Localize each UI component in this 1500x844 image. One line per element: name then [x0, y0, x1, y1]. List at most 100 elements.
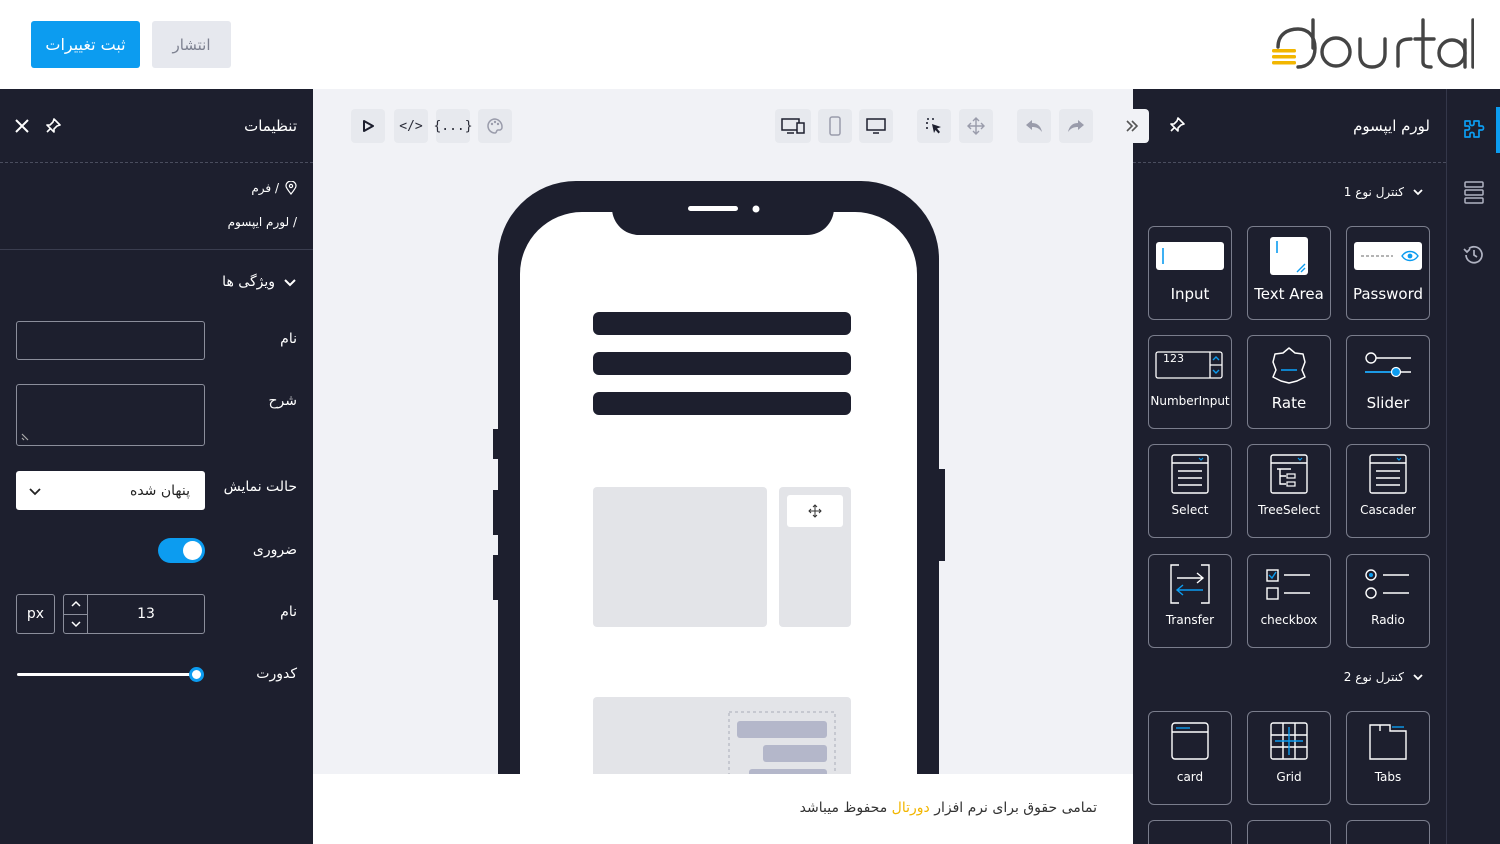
brand-link[interactable]: دورتال	[892, 800, 930, 816]
size-number-input[interactable]: 13	[63, 594, 205, 634]
settings-title: تنظیمات	[244, 117, 297, 135]
description-label: شرح	[268, 393, 298, 409]
divider	[0, 249, 313, 250]
component-grid[interactable]: Grid	[1247, 711, 1331, 805]
transfer-icon	[1170, 564, 1210, 604]
size-value: 13	[137, 606, 155, 622]
component-treeselect[interactable]: TreeSelect	[1247, 444, 1331, 538]
chevron-down-icon	[284, 279, 296, 287]
opacity-slider-thumb[interactable]	[189, 667, 204, 682]
pin-icon[interactable]	[42, 115, 64, 137]
components-title: لورم ایپسوم	[1353, 117, 1430, 135]
opacity-slider-track[interactable]	[17, 673, 199, 676]
chevron-down-icon	[70, 621, 81, 627]
category-2-header[interactable]: کنترل نوع 2	[1344, 670, 1424, 684]
tabs-icon	[1369, 724, 1407, 760]
undo-button[interactable]	[1017, 109, 1051, 143]
description-textarea[interactable]	[16, 384, 205, 446]
devices-icon	[781, 118, 805, 134]
copyright-text: تمامی حقوق برای نرم افزار دورتال محفوظ م…	[800, 800, 1097, 816]
category-1-header[interactable]: کنترل نوع 1	[1344, 185, 1424, 199]
collapse-panel-button[interactable]	[1115, 109, 1149, 143]
move-icon	[967, 117, 985, 135]
display-mode-label: حالت نمایش	[223, 479, 297, 495]
puzzle-icon	[1464, 120, 1485, 138]
history-icon	[1463, 245, 1483, 264]
copyright-suffix: محفوظ میباشد	[799, 800, 888, 816]
json-button[interactable]: {...}	[433, 109, 473, 143]
component-card[interactable]: card	[1148, 711, 1232, 805]
component-tile-partial[interactable]	[1346, 820, 1430, 844]
component-label: Slider	[1366, 394, 1410, 412]
required-toggle[interactable]	[158, 538, 205, 563]
unit-selector[interactable]: px	[16, 594, 55, 634]
design-canvas: </> {...}	[313, 89, 1133, 779]
component-label: Password	[1352, 285, 1424, 303]
component-cascader[interactable]: Cascader	[1346, 444, 1430, 538]
resize-handle-icon[interactable]	[21, 429, 33, 441]
theme-button[interactable]	[478, 109, 512, 143]
rail-layers[interactable]	[1447, 170, 1500, 214]
code-button[interactable]: </>	[394, 109, 428, 143]
component-radio[interactable]: Radio	[1346, 554, 1430, 648]
copyright-prefix: تمامی حقوق برای نرم افزار	[934, 800, 1097, 816]
mobile-icon	[829, 116, 841, 136]
textarea-icon	[1270, 237, 1308, 275]
footer: تمامی حقوق برای نرم افزار دورتال محفوظ م…	[313, 774, 1133, 844]
component-password[interactable]: Password	[1346, 226, 1430, 320]
desktop-view-button[interactable]	[859, 109, 893, 143]
pin-icon[interactable]	[1166, 114, 1188, 136]
component-numberinput[interactable]: NumberInput 123	[1148, 335, 1232, 429]
publish-button[interactable]: انتشار	[152, 21, 231, 68]
component-select[interactable]: Select	[1148, 444, 1232, 538]
app: ثبت تغییرات انتشار تنظیمات فرم / لورم ای…	[0, 0, 1500, 844]
top-bar: ثبت تغییرات انتشار	[0, 0, 1500, 89]
monitor-icon	[866, 118, 886, 134]
component-label: Text Area	[1254, 285, 1324, 303]
breadcrumb-form[interactable]: فرم /	[251, 181, 297, 195]
component-tile-partial[interactable]	[1247, 820, 1331, 844]
component-checkbox[interactable]: checkbox	[1247, 554, 1331, 648]
component-rate[interactable]: Rate	[1247, 335, 1331, 429]
chevron-down-icon	[1413, 189, 1423, 196]
breadcrumb-item[interactable]: لورم ایپسوم /	[228, 215, 297, 229]
mobile-view-button[interactable]	[818, 109, 852, 143]
location-pin-icon	[285, 181, 297, 195]
chevron-up-icon	[70, 601, 81, 607]
stepper-arrows	[64, 595, 88, 633]
component-tabs[interactable]: Tabs	[1346, 711, 1430, 805]
component-input[interactable]: Input	[1148, 226, 1232, 320]
component-label: Rate	[1271, 394, 1307, 412]
chevron-down-icon	[29, 487, 41, 495]
component-transfer[interactable]: Transfer	[1148, 554, 1232, 648]
phone-mockup	[493, 181, 945, 779]
rail-history[interactable]	[1447, 233, 1500, 277]
close-icon[interactable]	[12, 116, 32, 136]
decrement-button[interactable]	[64, 615, 87, 634]
section-title: ویژگی ها	[222, 274, 275, 290]
preview-button[interactable]	[351, 109, 385, 143]
component-slider[interactable]: Slider	[1346, 335, 1430, 429]
save-changes-button[interactable]: ثبت تغییرات	[31, 21, 140, 68]
name-input[interactable]	[16, 321, 205, 360]
move-tool-button[interactable]	[959, 109, 993, 143]
cascader-icon	[1369, 454, 1407, 494]
category-title: کنترل نوع 1	[1343, 185, 1404, 199]
chevron-down-icon	[1413, 674, 1423, 681]
breadcrumb-label: فرم /	[251, 181, 279, 195]
display-mode-select[interactable]: پنهان شده	[16, 471, 205, 510]
select-tool-button[interactable]	[917, 109, 951, 143]
rail-components[interactable]	[1447, 108, 1500, 152]
component-label: checkbox	[1260, 613, 1318, 627]
responsive-view-button[interactable]	[775, 109, 811, 143]
component-tile-partial[interactable]	[1148, 820, 1232, 844]
properties-section-header[interactable]: ویژگی ها	[222, 274, 297, 290]
redo-icon	[1068, 120, 1084, 132]
component-textarea[interactable]: Text Area	[1247, 226, 1331, 320]
component-label: Transfer	[1165, 613, 1215, 627]
category-title: کنترل نوع 2	[1343, 670, 1404, 684]
redo-button[interactable]	[1059, 109, 1093, 143]
component-label: Grid	[1276, 770, 1302, 784]
select-icon	[1171, 454, 1209, 494]
increment-button[interactable]	[64, 595, 87, 615]
